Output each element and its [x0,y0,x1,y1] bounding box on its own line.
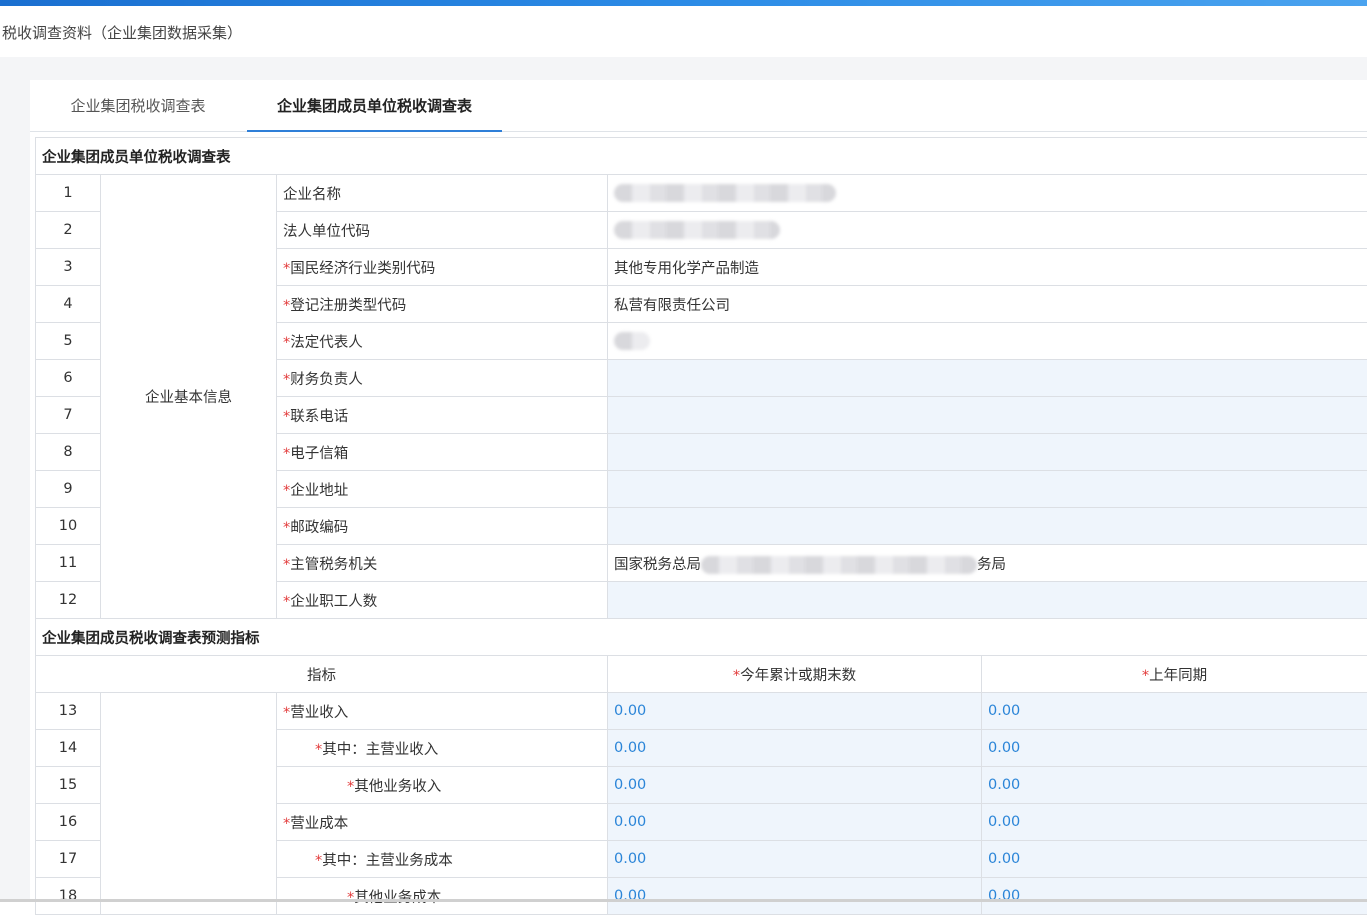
row-number: 2 [36,212,101,249]
tab-group-survey[interactable]: 企业集团税收调查表 [30,80,246,132]
header-last-year: *上年同期 [982,656,1367,693]
postal-code-input[interactable] [608,508,1367,545]
field-label: *其中：主营业务成本 [277,841,608,878]
field-label: *其他业务成本 [277,878,608,915]
last-year-value-input[interactable]: 0.00 [982,767,1367,804]
phone-input[interactable] [608,397,1367,434]
row-number: 1 [36,175,101,212]
field-label: *联系电话 [277,397,608,434]
row-number: 9 [36,471,101,508]
field-label: *法定代表人 [277,323,608,360]
redacted-mask [614,184,836,202]
field-label: *主管税务机关 [277,545,608,582]
field-label: *企业职工人数 [277,582,608,619]
email-input[interactable] [608,434,1367,471]
section-title-basic: 企业集团成员单位税收调查表 [36,138,1367,175]
field-label: *财务负责人 [277,360,608,397]
field-label: *其他业务收入 [277,767,608,804]
table-header-row: 指标 *今年累计或期末数 *上年同期 [36,656,1367,693]
legal-code-value [608,212,1367,249]
row-number: 8 [36,434,101,471]
field-label: *其中：主营业收入 [277,730,608,767]
section-title-forecast: 企业集团成员税收调查表预测指标 [36,619,1367,656]
row-number: 10 [36,508,101,545]
current-value-input[interactable]: 0.00 [608,878,982,915]
category-empty [101,693,277,915]
table-row: 13 *营业收入 0.00 0.00 [36,693,1367,730]
registration-type-value: 私营有限责任公司 [608,286,1367,323]
top-banner [0,0,1367,6]
row-number: 11 [36,545,101,582]
field-label: *国民经济行业类别代码 [277,249,608,286]
redacted-mask [614,332,650,350]
employee-count-input[interactable] [608,582,1367,619]
company-name-value [608,175,1367,212]
row-number: 5 [36,323,101,360]
current-value-input[interactable]: 0.00 [608,730,982,767]
row-number: 16 [36,804,101,841]
survey-table: 企业集团成员单位税收调查表 1 企业基本信息 企业名称 2 法人单位代码 3 *… [35,137,1367,915]
last-year-value-input[interactable]: 0.00 [982,804,1367,841]
last-year-value-input[interactable]: 0.00 [982,878,1367,915]
tab-bar: 企业集团税收调查表 企业集团成员单位税收调查表 [30,80,1367,132]
row-number: 4 [36,286,101,323]
row-number: 6 [36,360,101,397]
redacted-mask [701,556,977,574]
field-label: 企业名称 [277,175,608,212]
table-row: 1 企业基本信息 企业名称 [36,175,1367,212]
tax-authority-value: 国家税务总局务局 [608,545,1367,582]
field-label: *邮政编码 [277,508,608,545]
header-indicator: 指标 [36,656,608,693]
row-number: 7 [36,397,101,434]
address-input[interactable] [608,471,1367,508]
page-title: 税收调查资料（企业集团数据采集） [2,22,242,43]
redacted-mask [614,221,780,239]
field-label: 法人单位代码 [277,212,608,249]
field-label: *电子信箱 [277,434,608,471]
current-value-input[interactable]: 0.00 [608,841,982,878]
row-number: 18 [36,878,101,915]
row-number: 17 [36,841,101,878]
field-label: *营业收入 [277,693,608,730]
field-label: *营业成本 [277,804,608,841]
row-number: 3 [36,249,101,286]
row-number: 14 [36,730,101,767]
field-label: *登记注册类型代码 [277,286,608,323]
current-value-input[interactable]: 0.00 [608,693,982,730]
last-year-value-input[interactable]: 0.00 [982,693,1367,730]
header-current: *今年累计或期末数 [608,656,982,693]
last-year-value-input[interactable]: 0.00 [982,730,1367,767]
row-number: 15 [36,767,101,804]
tab-member-survey[interactable]: 企业集团成员单位税收调查表 [247,80,502,132]
field-label: *企业地址 [277,471,608,508]
row-number: 12 [36,582,101,619]
finance-head-input[interactable] [608,360,1367,397]
current-value-input[interactable]: 0.00 [608,804,982,841]
current-value-input[interactable]: 0.00 [608,767,982,804]
row-number: 13 [36,693,101,730]
legal-rep-value [608,323,1367,360]
industry-code-value: 其他专用化学产品制造 [608,249,1367,286]
last-year-value-input[interactable]: 0.00 [982,841,1367,878]
category-label: 企业基本信息 [101,175,277,619]
